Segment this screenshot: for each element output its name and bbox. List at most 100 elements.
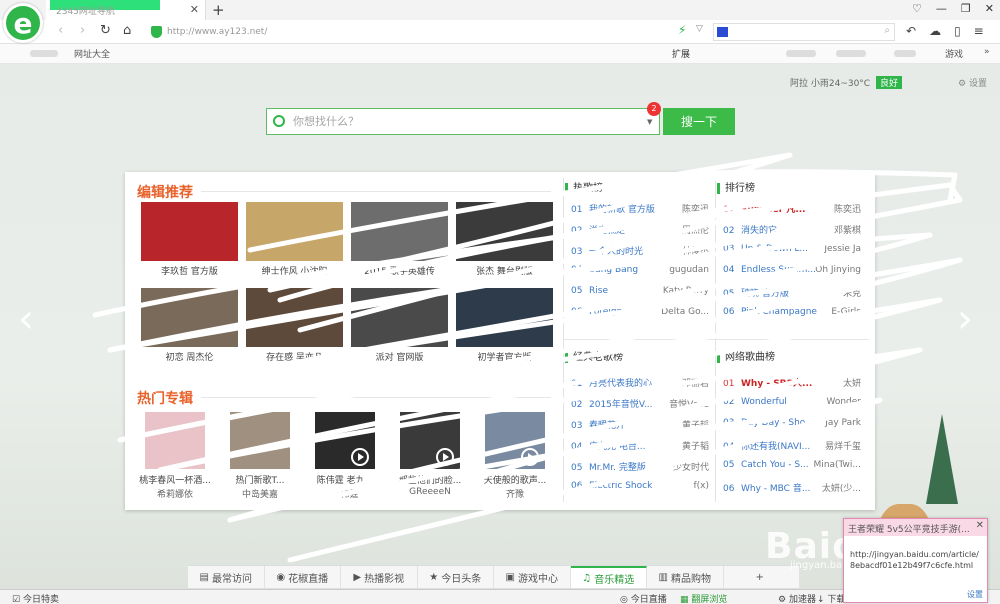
song-artist[interactable]: 陈奕迅 — [682, 202, 709, 215]
album-title[interactable]: 天使般的歌声... — [475, 473, 555, 486]
song-artist[interactable]: Oh Jinying — [815, 265, 861, 275]
bottom-nav-item[interactable]: ▤ 最常访问 — [188, 566, 265, 588]
song-title[interactable]: 月亮代表我的心 — [589, 379, 652, 389]
song-row[interactable]: 01 Why - SBS人... 太妍 — [723, 376, 861, 390]
video-caption[interactable]: 初学者官方版 — [456, 350, 553, 363]
undo-icon[interactable]: ↶ — [906, 24, 916, 38]
fav-item-blurred[interactable] — [30, 50, 58, 57]
song-artist[interactable]: 易烊千玺 — [825, 439, 861, 452]
song-title[interactable]: 你还有我(NAVI... — [741, 442, 810, 452]
extensions-button[interactable]: 扩展 — [672, 47, 690, 60]
main-search-input[interactable] — [293, 113, 633, 130]
song-title[interactable]: 春暖花开 — [589, 421, 625, 431]
games-link[interactable]: 游戏 — [945, 47, 963, 60]
song-title[interactable]: Day Day - Sho... — [741, 418, 814, 428]
song-artist[interactable]: 黄子韬 — [682, 439, 709, 452]
song-artist[interactable]: 周杰伦 — [682, 223, 709, 236]
song-row[interactable]: 01 Summer 凡... 陈奕迅 — [723, 202, 861, 216]
song-artist[interactable]: 邓紫棋 — [834, 223, 861, 236]
song-row[interactable]: 04 Endless Summ... Oh Jinying — [723, 265, 861, 279]
popup-close-icon[interactable]: ✕ — [976, 520, 984, 531]
bottom-nav-item[interactable]: ♫ 音乐精选 — [570, 566, 647, 588]
fav-item-blurred[interactable] — [836, 50, 866, 57]
song-artist[interactable]: Wonder — [826, 397, 861, 407]
close-icon[interactable]: ✕ — [985, 2, 994, 15]
video-thumbnail[interactable] — [456, 202, 553, 261]
song-row[interactable]: 06 Why - MBC 音... 太妍(少... — [723, 481, 861, 495]
album-artist[interactable]: GReeeeN — [390, 487, 470, 497]
song-row[interactable]: 02 说走就走 周杰伦 — [571, 223, 709, 237]
song-artist[interactable]: 朱克 — [843, 286, 861, 299]
song-row[interactable]: 04 Bang Bang gugudan — [571, 265, 709, 279]
song-row[interactable]: 04 你还有我(NAVI... 易烊千玺 — [723, 439, 861, 453]
song-title[interactable]: Electric Shock — [589, 481, 652, 491]
album-title[interactable]: 桃李春风一杯酒... — [135, 473, 215, 486]
search-dropdown-icon[interactable]: ▼ — [647, 118, 652, 126]
video-caption[interactable]: 绅士作风 小沈阳 — [246, 264, 343, 277]
song-artist[interactable]: E-Girls — [831, 307, 861, 317]
tab-active[interactable]: 2345网址导航 ✕ — [46, 0, 206, 20]
bottom-nav-item[interactable]: ▣ 游戏中心 — [494, 566, 571, 588]
album-cover[interactable] — [230, 412, 290, 469]
live-link[interactable]: ◎ 今日直播 — [620, 592, 667, 604]
search-icon[interactable]: ⌕ — [884, 25, 890, 36]
accelerator-link[interactable]: ⚙ 加速器 — [778, 592, 816, 604]
song-row[interactable]: 01 月亮代表我的心 邓丽君 — [571, 376, 709, 390]
song-artist[interactable]: Mina(Twi... — [814, 460, 861, 470]
bottom-nav-item[interactable]: ◉ 花椒直播 — [265, 566, 341, 588]
video-thumbnail[interactable] — [141, 202, 238, 261]
album-artist[interactable]: 陈伟霆 — [305, 487, 385, 500]
song-row[interactable]: 03 春暖花开 黄子韬 — [571, 418, 709, 432]
song-row[interactable]: 04 广九光 电台... 黄子韬 — [571, 439, 709, 453]
song-title[interactable]: 我的新歌 官方版 — [589, 205, 655, 215]
song-row[interactable]: 06 Foreign Delta Go... — [571, 307, 709, 321]
album-artist[interactable]: 齐豫 — [475, 487, 555, 500]
popup-url[interactable]: http://jingyan.baidu.com/article/8ebacdf… — [850, 549, 982, 571]
video-thumbnail[interactable] — [246, 288, 343, 347]
address-dropdown-icon[interactable]: ▽ — [696, 24, 703, 34]
fav-item-blurred[interactable] — [894, 50, 916, 57]
video-caption[interactable]: 派对 官网版 — [351, 350, 448, 363]
more-chevron-icon[interactable]: » — [984, 47, 990, 57]
song-title[interactable]: 一个人的时光 — [589, 247, 643, 257]
bottom-nav-item[interactable]: ★ 今日头条 — [418, 566, 494, 588]
song-title[interactable]: Rise — [589, 286, 608, 296]
album-title[interactable]: 那些他们的脸... — [390, 473, 470, 486]
song-row[interactable]: 05 破晓 官方版 朱克 — [723, 286, 861, 300]
download-link[interactable]: ↓ 下载 — [817, 592, 845, 604]
song-row[interactable]: 02 Wonderful Wonder — [723, 397, 861, 411]
song-row[interactable]: 02 2015年音悦V... 音悦Vsee — [571, 397, 709, 411]
song-title[interactable]: 破晓 官方版 — [741, 289, 789, 299]
device-icon[interactable]: ▯ — [954, 24, 961, 38]
song-row[interactable]: 06 Pink Champagne E-Girls — [723, 307, 861, 321]
fav-item-site[interactable]: 网址大全 — [74, 47, 110, 60]
song-row[interactable]: 05 Catch You - S... Mina(Twi... — [723, 460, 861, 474]
restore-icon[interactable]: ❐ — [961, 2, 971, 15]
play-icon[interactable] — [521, 448, 539, 466]
bottom-nav-item[interactable]: ▶ 热播影视 — [341, 566, 418, 588]
baidu-engine-icon[interactable] — [717, 27, 728, 37]
album-title[interactable]: 热门新歌T... — [220, 473, 300, 486]
refresh-icon[interactable]: ↻ — [100, 23, 111, 38]
album-title[interactable]: 陈伟霆 老九... — [305, 473, 385, 486]
song-artist[interactable]: 陈奕迅 — [834, 202, 861, 215]
song-artist[interactable]: Jay Park — [825, 418, 861, 428]
song-title[interactable]: Why - SBS人... — [741, 379, 812, 389]
play-icon[interactable] — [351, 448, 369, 466]
album-artist[interactable]: 中岛美嘉 — [220, 487, 300, 500]
song-title[interactable]: Pink Champagne — [741, 307, 817, 317]
bottom-nav-item[interactable]: + — [724, 566, 800, 588]
fav-item-blurred[interactable] — [786, 50, 816, 57]
song-artist[interactable]: 黄子韬 — [682, 418, 709, 431]
forward-icon[interactable]: › — [80, 23, 85, 38]
song-title[interactable]: 2015年音悦V... — [589, 400, 652, 410]
video-thumbnail[interactable] — [351, 202, 448, 261]
speed-bolt-icon[interactable]: ⚡ — [678, 23, 686, 37]
home-icon[interactable]: ⌂ — [123, 23, 131, 38]
song-row[interactable]: 06 Electric Shock f(x) — [571, 481, 709, 495]
minimize-icon[interactable]: — — [936, 2, 947, 15]
toolbar-search-box[interactable]: ⌕ — [713, 23, 895, 41]
skin-icon[interactable]: ♡ — [912, 2, 922, 15]
video-caption[interactable]: 存在感 吴亦凡 — [246, 350, 343, 363]
carousel-next-icon[interactable]: › — [957, 296, 973, 342]
